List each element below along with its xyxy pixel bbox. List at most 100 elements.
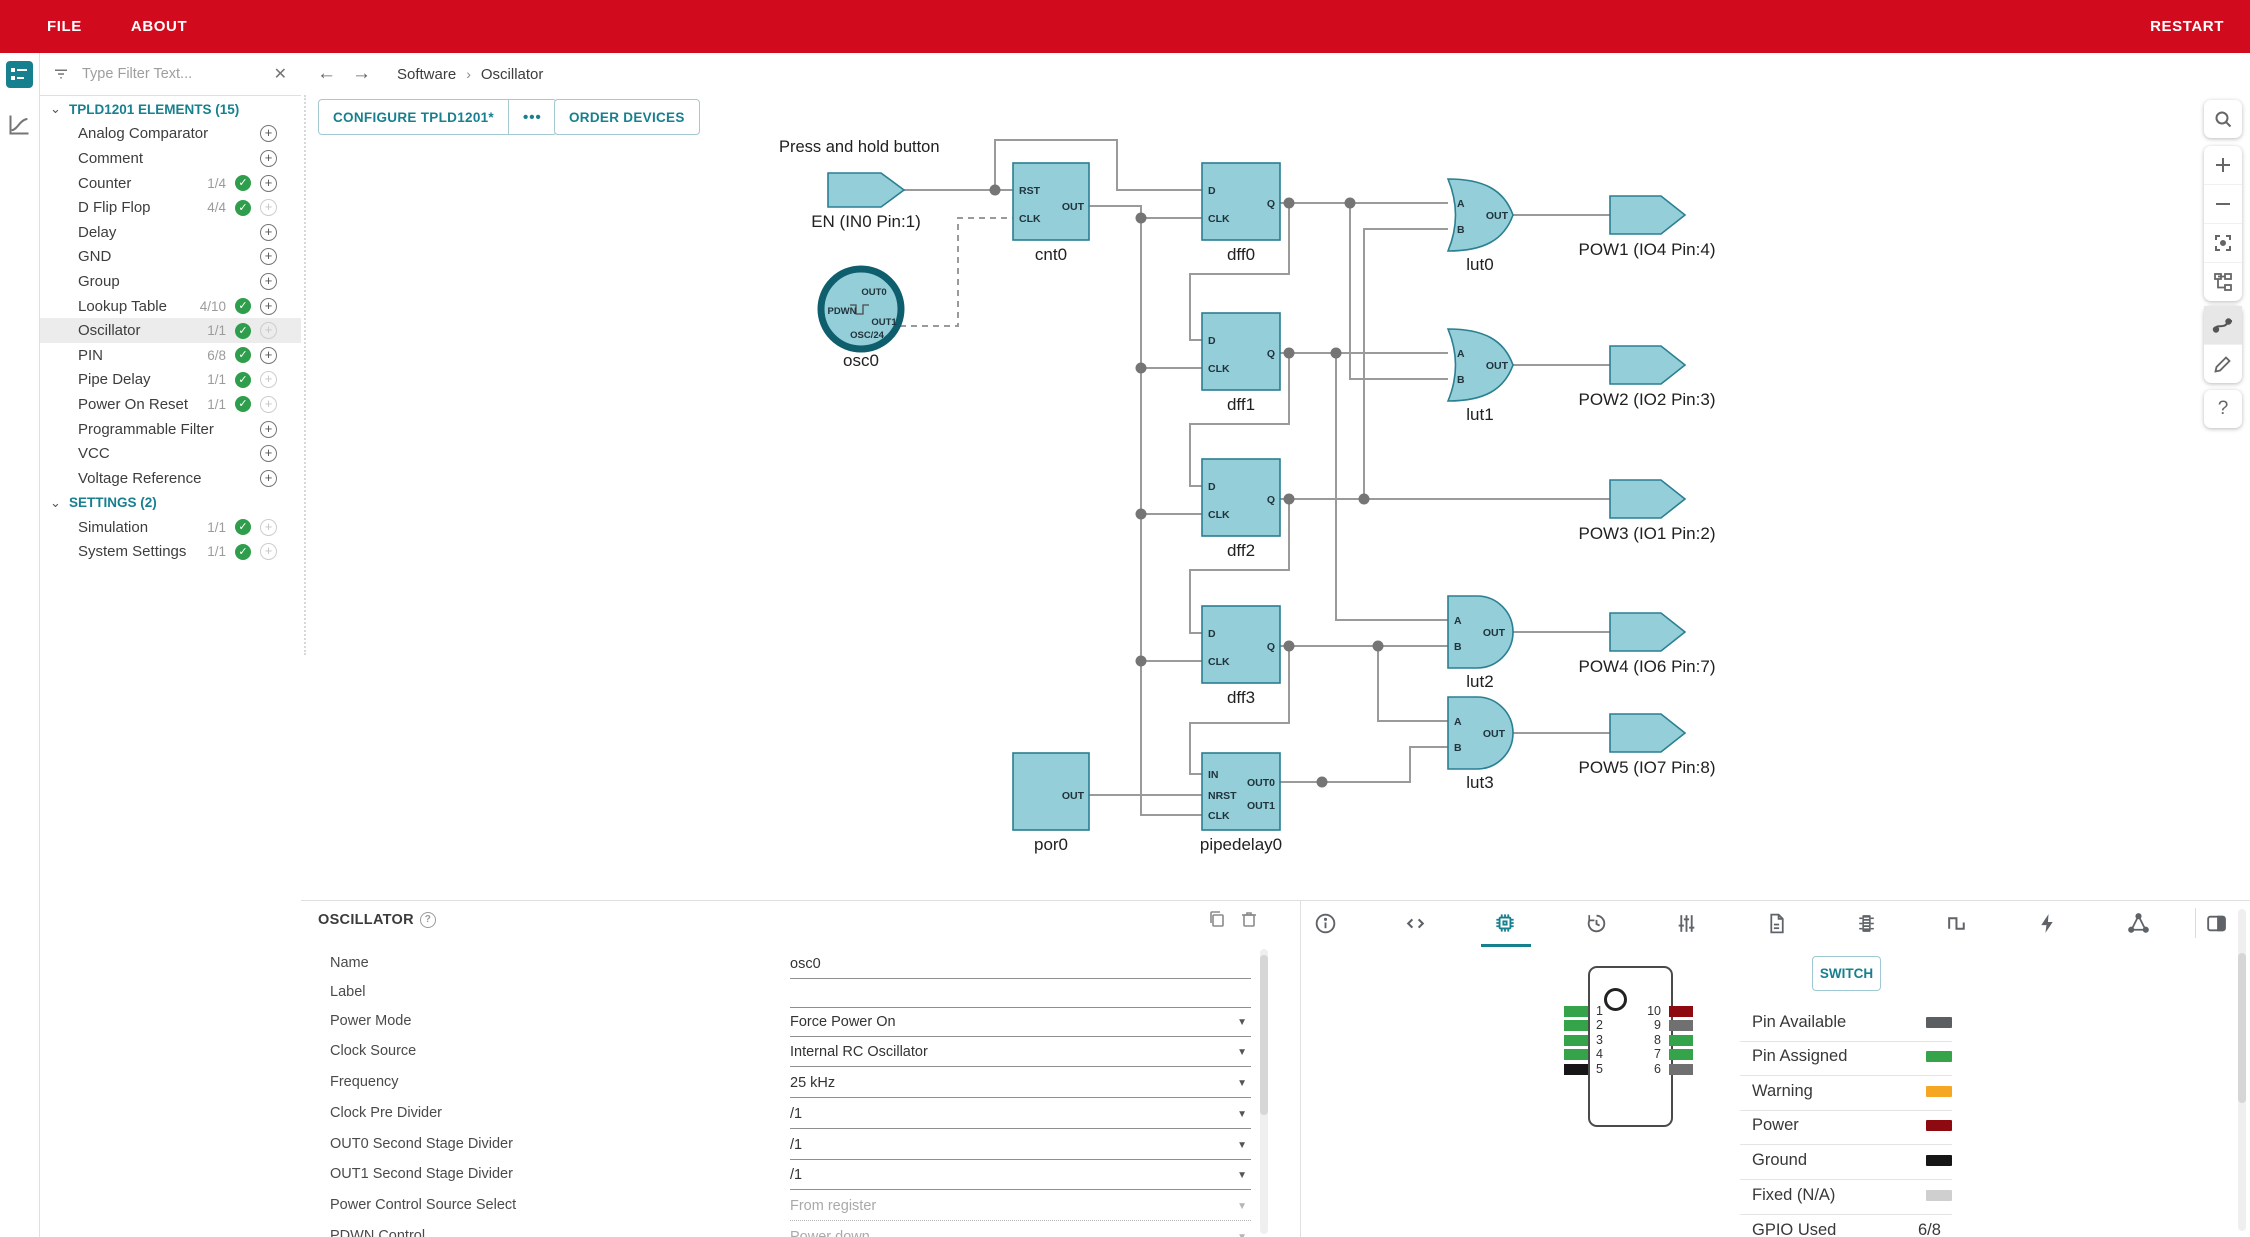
block-dff1[interactable]: D CLK Q dff1 [1201, 312, 1281, 414]
auto-layout-icon[interactable] [2204, 262, 2242, 301]
tab-history[interactable] [1576, 903, 1616, 943]
sidebar-item-delay[interactable]: Delay + [40, 220, 301, 245]
probe-pen-icon[interactable] [2204, 344, 2242, 383]
back-arrow-icon[interactable]: ← [317, 63, 336, 85]
menu-file[interactable]: FILE [47, 18, 82, 35]
block-pow5[interactable]: POW5 (IO7 Pin:8) [1579, 713, 1716, 777]
out0-divider-select[interactable]: /1 ▼ [790, 1131, 1251, 1160]
menu-about[interactable]: ABOUT [131, 18, 187, 35]
sidebar-item-counter[interactable]: Counter 1/4 ✓ + [40, 171, 301, 196]
block-pipedelay0[interactable]: IN NRST CLK OUT0 OUT1 pipedelay0 [1200, 752, 1282, 854]
panel-toggle-button[interactable] [2196, 903, 2236, 943]
add-icon[interactable]: + [260, 272, 277, 290]
out1-divider-select[interactable]: /1 ▼ [790, 1161, 1251, 1190]
pin-4[interactable] [1564, 1049, 1588, 1060]
add-icon[interactable]: + [260, 346, 277, 364]
more-options-button[interactable]: ••• [507, 100, 556, 134]
add-icon[interactable]: + [260, 174, 277, 192]
add-icon[interactable]: + [260, 297, 277, 315]
name-field[interactable]: osc0 [790, 950, 1251, 979]
elements-panel-icon[interactable] [6, 61, 33, 88]
clock-source-select[interactable]: Internal RC Oscillator ▼ [790, 1038, 1251, 1067]
pin-9[interactable] [1669, 1020, 1693, 1031]
clock-pre-divider-select[interactable]: /1 ▼ [790, 1100, 1251, 1129]
block-por0[interactable]: OUT por0 [1012, 752, 1090, 854]
tree-section-settings[interactable]: ⌄ SETTINGS (2) [40, 491, 301, 516]
sidebar-item-lookup-table[interactable]: Lookup Table 4/10 ✓ + [40, 294, 301, 319]
add-icon[interactable]: + [260, 469, 277, 487]
tab-properties-tune[interactable] [1666, 903, 1706, 943]
pin-7[interactable] [1669, 1049, 1693, 1060]
tab-info[interactable] [1305, 903, 1345, 943]
block-lut2[interactable]: A B OUT lut2 [1447, 595, 1514, 691]
scrollbar-thumb[interactable] [1260, 955, 1268, 1115]
sidebar-item-gnd[interactable]: GND + [40, 245, 301, 270]
search-icon[interactable] [2204, 100, 2242, 138]
pin-1[interactable] [1564, 1006, 1588, 1017]
help-icon[interactable]: ? [419, 912, 436, 928]
sidebar-item-voltage-reference[interactable]: Voltage Reference + [40, 466, 301, 491]
label-field[interactable] [790, 979, 1251, 1008]
copy-icon[interactable] [1207, 909, 1227, 934]
block-pow2[interactable]: POW2 (IO2 Pin:3) [1579, 345, 1716, 409]
block-pow3[interactable]: POW3 (IO1 Pin:2) [1579, 479, 1716, 543]
block-dff3[interactable]: D CLK Q dff3 [1201, 605, 1281, 707]
order-devices-button[interactable]: ORDER DEVICES [554, 99, 700, 135]
switch-package-button[interactable]: SWITCH [1812, 956, 1881, 991]
sidebar-item-comment[interactable]: Comment + [40, 146, 301, 171]
sidebar-item-pin[interactable]: PIN 6/8 ✓ + [40, 343, 301, 368]
sidebar-item-programmable-filter[interactable]: Programmable Filter + [40, 417, 301, 442]
breadcrumb-oscillator[interactable]: Oscillator [481, 66, 544, 83]
tab-power[interactable] [2027, 903, 2067, 943]
block-lut1[interactable]: A B OUT lut1 [1446, 328, 1514, 424]
configure-button[interactable]: CONFIGURE TPLD1201* [319, 100, 508, 134]
block-osc0[interactable]: OUT0 PDWN OUT1 OSC/24 osc0 [817, 265, 905, 370]
block-lut3[interactable]: A B OUT lut3 [1447, 696, 1514, 792]
sidebar-item-pipe-delay[interactable]: Pipe Delay 1/1 ✓ + [40, 368, 301, 393]
device-panel-scrollbar[interactable] [2238, 909, 2246, 1231]
wire-route-icon[interactable] [2204, 306, 2242, 344]
tree-section-elements[interactable]: ⌄ TPLD1201 ELEMENTS (15) [40, 97, 301, 122]
tab-waveform[interactable] [1937, 903, 1977, 943]
properties-scrollbar[interactable] [1260, 949, 1268, 1234]
block-en[interactable]: EN (IN0 Pin:1) [811, 172, 921, 231]
block-cnt0[interactable]: RST CLK OUT cnt0 [1012, 162, 1090, 264]
add-icon[interactable]: + [260, 223, 277, 241]
pin-2[interactable] [1564, 1020, 1588, 1031]
sidebar-item-d-flip-flop[interactable]: D Flip Flop 4/4 ✓ + [40, 195, 301, 220]
sidebar-item-vcc[interactable]: VCC + [40, 441, 301, 466]
help-icon[interactable]: ? [2204, 390, 2242, 428]
add-icon[interactable]: + [260, 420, 277, 438]
filter-clear-icon[interactable]: ✕ [274, 64, 287, 84]
frequency-select[interactable]: 25 kHz ▼ [790, 1069, 1251, 1098]
block-pow1[interactable]: POW1 (IO4 Pin:4) [1579, 195, 1716, 259]
pin-10[interactable] [1669, 1006, 1693, 1017]
tab-route[interactable] [2118, 903, 2158, 943]
sidebar-item-simulation[interactable]: Simulation 1/1 ✓ + [40, 515, 301, 540]
block-lut0[interactable]: A B OUT lut0 [1446, 178, 1514, 274]
zoom-in-icon[interactable] [2204, 146, 2242, 184]
sidebar-item-power-on-reset[interactable]: Power On Reset 1/1 ✓ + [40, 392, 301, 417]
zoom-fit-icon[interactable] [2204, 223, 2242, 262]
add-icon[interactable]: + [260, 445, 277, 463]
restart-button[interactable]: RESTART [2150, 0, 2224, 53]
pin-8[interactable] [1669, 1035, 1693, 1046]
tab-register-map[interactable] [1846, 903, 1886, 943]
tab-code[interactable] [1395, 903, 1435, 943]
tab-document[interactable] [1756, 903, 1796, 943]
pin-6[interactable] [1669, 1064, 1693, 1075]
forward-arrow-icon[interactable]: → [352, 63, 371, 85]
sidebar-item-analog-comparator[interactable]: Analog Comparator + [40, 122, 301, 147]
add-icon[interactable]: + [260, 149, 277, 167]
filter-input[interactable] [80, 65, 274, 83]
add-icon[interactable]: + [260, 248, 277, 266]
schematic-canvas[interactable]: Press and hold button EN (IN0 Pin:1) RST… [301, 95, 2250, 900]
add-icon[interactable]: + [260, 125, 277, 143]
pin-5[interactable] [1564, 1064, 1588, 1075]
breadcrumb-software[interactable]: Software [397, 66, 456, 83]
block-dff0[interactable]: D CLK Q dff0 [1201, 162, 1281, 264]
block-dff2[interactable]: D CLK Q dff2 [1201, 458, 1281, 560]
scrollbar-thumb[interactable] [2238, 953, 2246, 1103]
sidebar-item-group[interactable]: Group + [40, 269, 301, 294]
sidebar-item-oscillator[interactable]: Oscillator 1/1 ✓ + [40, 318, 301, 343]
